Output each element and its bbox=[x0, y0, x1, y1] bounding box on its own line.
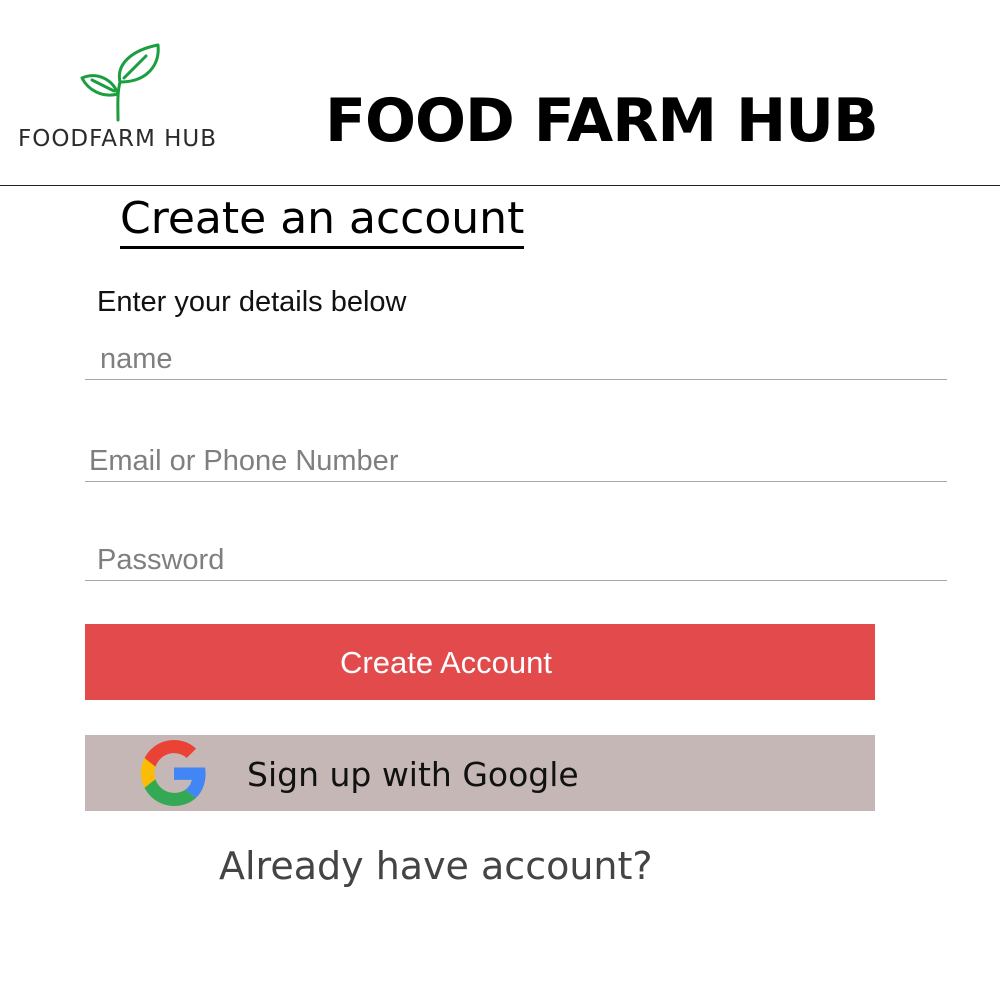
password-input[interactable] bbox=[85, 540, 947, 580]
page-title: Create an account bbox=[120, 192, 525, 249]
brand-title: FOOD FARM HUB bbox=[325, 86, 879, 156]
brand-logo[interactable]: FOODFARM HUB bbox=[18, 42, 238, 162]
leaf-sprout-icon bbox=[80, 43, 160, 122]
name-input[interactable] bbox=[85, 339, 947, 379]
google-signup-button[interactable]: Sign up with Google bbox=[85, 735, 875, 811]
header: FOODFARM HUB FOOD FARM HUB bbox=[0, 0, 1000, 186]
login-link[interactable]: Already have account? bbox=[219, 842, 653, 890]
logo-text: FOODFARM HUB bbox=[18, 126, 218, 152]
form-subtitle: Enter your details below bbox=[97, 286, 407, 318]
create-account-button[interactable]: Create Account bbox=[85, 624, 875, 700]
name-field-container bbox=[85, 339, 947, 380]
email-phone-input[interactable] bbox=[85, 441, 947, 481]
google-signup-label: Sign up with Google bbox=[247, 755, 579, 794]
email-field-container bbox=[85, 441, 947, 482]
create-account-label: Create Account bbox=[340, 645, 552, 680]
google-g-icon bbox=[141, 740, 206, 806]
password-field-container bbox=[85, 540, 947, 581]
